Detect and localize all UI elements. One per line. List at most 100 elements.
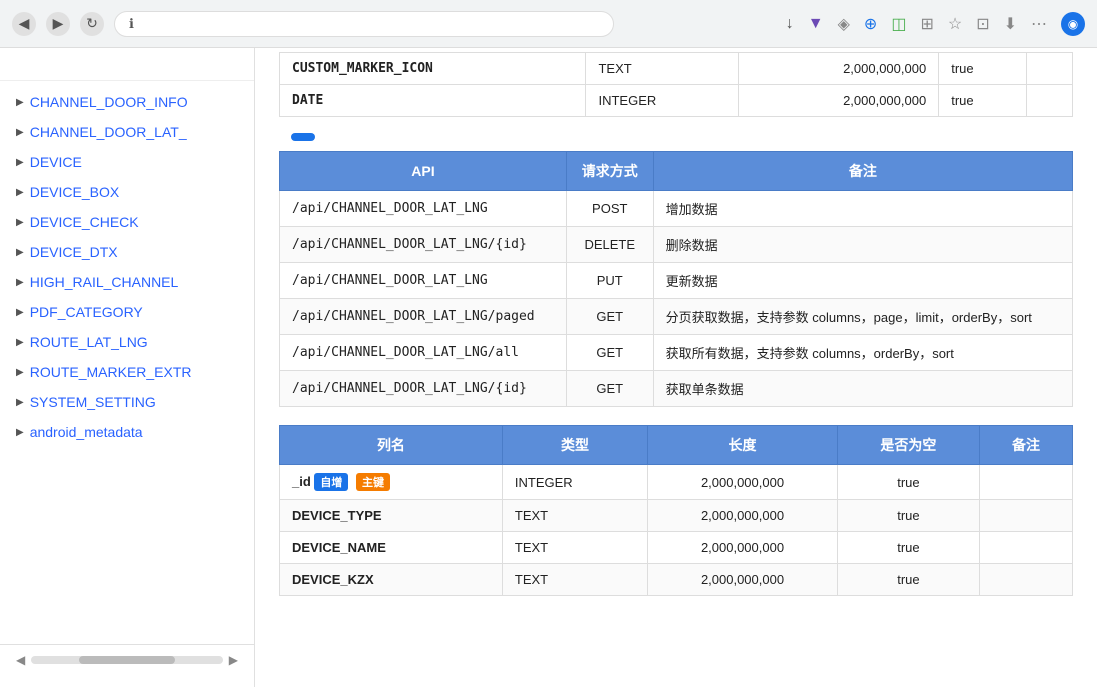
app-icon-1[interactable]: ◈ xyxy=(838,14,850,34)
api-method: GET xyxy=(566,335,653,371)
api-note: 获取所有数据，支持参数 columns，orderBy，sort xyxy=(653,335,1072,371)
main-layout: ▶CHANNEL_DOOR_INFO▶CHANNEL_DOOR_LAT_▶DEV… xyxy=(0,48,1097,687)
sidebar-item-android-metadata[interactable]: ▶android_metadata xyxy=(0,417,254,447)
arrow-icon: ▶ xyxy=(16,217,24,228)
struct-table-header: 长度 xyxy=(648,426,838,465)
sidebar-item-channel-door-info[interactable]: ▶CHANNEL_DOOR_INFO xyxy=(0,87,254,117)
struct-col-name: DEVICE_TYPE xyxy=(280,500,503,532)
sidebar-item-route-lat-lng[interactable]: ▶ROUTE_LAT_LNG xyxy=(0,327,254,357)
api-note: 删除数据 xyxy=(653,227,1072,263)
sidebar-item-label: DEVICE_BOX xyxy=(30,184,119,200)
top-partial-section: CUSTOM_MARKER_ICONTEXT2,000,000,000trueD… xyxy=(279,48,1073,117)
struct-table-row: DEVICE_NAMETEXT2,000,000,000true xyxy=(280,532,1073,564)
sidebar-bottom: ◀ ▶ xyxy=(0,644,254,675)
sidebar-item-pdf-category[interactable]: ▶ PDF_CATEGORY xyxy=(0,297,254,327)
sidebar-item-label: SYSTEM_SETTING xyxy=(30,394,156,410)
arrow-icon: ▶ xyxy=(16,307,24,318)
api-endpoint: /api/CHANNEL_DOOR_LAT_LNG/{id} xyxy=(280,371,567,407)
funnel-icon[interactable]: ▼ xyxy=(808,15,824,33)
struct-col-name: _id 自增 主键 xyxy=(280,465,503,500)
arrow-icon: ▶ xyxy=(16,97,24,108)
struct-table-header: 类型 xyxy=(502,426,647,465)
api-method: GET xyxy=(566,371,653,407)
api-table-row: /api/CHANNEL_DOOR_LAT_LNGPOST增加数据 xyxy=(280,191,1073,227)
ai-icon[interactable]: ⊕ xyxy=(864,14,877,34)
sidebar-scrollbar-track[interactable] xyxy=(31,656,223,664)
sidebar-item-device-dtx[interactable]: ▶DEVICE_DTX xyxy=(0,237,254,267)
sidebar-item-label: DEVICE xyxy=(30,154,82,170)
struct-col-note xyxy=(979,532,1072,564)
sidebar-item-high-rail-channel[interactable]: ▶HIGH_RAIL_CHANNEL xyxy=(0,267,254,297)
channel-door-api-heading xyxy=(279,133,1073,141)
cell-type: TEXT xyxy=(586,53,739,85)
sidebar-item-label: ROUTE_MARKER_EXTR xyxy=(30,364,192,380)
cell-type: INTEGER xyxy=(586,85,739,117)
sidebar-item-route-marker-extr[interactable]: ▶ ROUTE_MARKER_EXTR xyxy=(0,357,254,387)
struct-col-type: TEXT xyxy=(502,564,647,596)
arrow-icon: ▶ xyxy=(16,127,24,138)
api-method: POST xyxy=(566,191,653,227)
cell-length: 2,000,000,000 xyxy=(739,53,939,85)
sidebar-item-system-setting[interactable]: ▶ SYSTEM_SETTING xyxy=(0,387,254,417)
api-table-header: 备注 xyxy=(653,152,1072,191)
struct-col-nullable: true xyxy=(837,564,979,596)
api-endpoint: /api/CHANNEL_DOOR_LAT_LNG xyxy=(280,191,567,227)
download-icon[interactable]: ⬇ xyxy=(1004,14,1017,34)
sidebar-scrollbar-thumb xyxy=(79,656,175,664)
cell-length: 2,000,000,000 xyxy=(739,85,939,117)
tab-icon[interactable]: ◫ xyxy=(891,14,906,34)
struct-col-note xyxy=(979,564,1072,596)
struct-col-length: 2,000,000,000 xyxy=(648,532,838,564)
sidebar-item-device[interactable]: ▶ DEVICE xyxy=(0,147,254,177)
test-api-button[interactable] xyxy=(291,133,315,141)
api-endpoint: /api/CHANNEL_DOOR_LAT_LNG/all xyxy=(280,335,567,371)
sidebar-nav: ▶CHANNEL_DOOR_INFO▶CHANNEL_DOOR_LAT_▶DEV… xyxy=(0,81,254,644)
api-table-row: /api/CHANNEL_DOOR_LAT_LNGPUT更新数据 xyxy=(280,263,1073,299)
struct-col-nullable: true xyxy=(837,465,979,500)
struct-col-nullable: true xyxy=(837,532,979,564)
sidebar-title xyxy=(0,48,254,81)
api-table-header: 请求方式 xyxy=(566,152,653,191)
profile-icon[interactable]: ◉ xyxy=(1061,12,1085,36)
refresh-button[interactable]: ↻ xyxy=(80,12,104,36)
sidebar-item-device-check[interactable]: ▶ DEVICE_CHECK xyxy=(0,207,254,237)
content-area[interactable]: CUSTOM_MARKER_ICONTEXT2,000,000,000trueD… xyxy=(255,48,1097,687)
channel-door-api-table: API请求方式备注 /api/CHANNEL_DOOR_LAT_LNGPOST增… xyxy=(279,151,1073,407)
arrow-icon: ▶ xyxy=(16,367,24,378)
split-icon[interactable]: ⊞ xyxy=(920,14,933,34)
struct-col-length: 2,000,000,000 xyxy=(648,465,838,500)
device-struct-table: 列名类型长度是否为空备注 _id 自增 主键INTEGER2,000,000,0… xyxy=(279,425,1073,596)
arrow-icon: ▶ xyxy=(16,397,24,408)
sidebar-item-channel-door-lat[interactable]: ▶ CHANNEL_DOOR_LAT_ xyxy=(0,117,254,147)
extensions-icon[interactable]: ↓ xyxy=(786,15,794,33)
collection-icon[interactable]: ⊡ xyxy=(976,14,989,34)
sidebar-item-label: CHANNEL_DOOR_LAT_ xyxy=(30,124,187,140)
scroll-left-icon[interactable]: ◀ xyxy=(16,653,25,667)
struct-table-header: 是否为空 xyxy=(837,426,979,465)
scroll-right-icon[interactable]: ▶ xyxy=(229,653,238,667)
cell-nullable: true xyxy=(939,85,1027,117)
back-button[interactable]: ◀ xyxy=(12,12,36,36)
arrow-icon: ▶ xyxy=(16,157,24,168)
browser-chrome: ◀ ▶ ↻ ℹ ↓ ▼ ◈ ⊕ ◫ ⊞ ☆ ⊡ ⬇ ⋯ ◉ xyxy=(0,0,1097,48)
api-table-header: API xyxy=(280,152,567,191)
struct-table-row: _id 自增 主键INTEGER2,000,000,000true xyxy=(280,465,1073,500)
api-endpoint: /api/CHANNEL_DOOR_LAT_LNG/paged xyxy=(280,299,567,335)
info-icon: ℹ xyxy=(129,16,134,32)
bookmark-icon[interactable]: ☆ xyxy=(948,14,962,34)
cell-note xyxy=(1026,53,1072,85)
api-note: 增加数据 xyxy=(653,191,1072,227)
forward-button[interactable]: ▶ xyxy=(46,12,70,36)
sidebar: ▶CHANNEL_DOOR_INFO▶CHANNEL_DOOR_LAT_▶DEV… xyxy=(0,48,255,687)
badge-自增: 自增 xyxy=(314,473,348,491)
api-method: GET xyxy=(566,299,653,335)
sidebar-item-label: PDF_CATEGORY xyxy=(30,304,143,320)
sidebar-item-label: DEVICE_CHECK xyxy=(30,214,139,230)
cell-nullable: true xyxy=(939,53,1027,85)
menu-icon[interactable]: ⋯ xyxy=(1031,14,1047,34)
sidebar-item-label: ROUTE_LAT_LNG xyxy=(30,334,148,350)
struct-col-name: DEVICE_NAME xyxy=(280,532,503,564)
struct-col-type: TEXT xyxy=(502,500,647,532)
address-bar[interactable]: ℹ xyxy=(114,11,614,37)
sidebar-item-device-box[interactable]: ▶DEVICE_BOX xyxy=(0,177,254,207)
